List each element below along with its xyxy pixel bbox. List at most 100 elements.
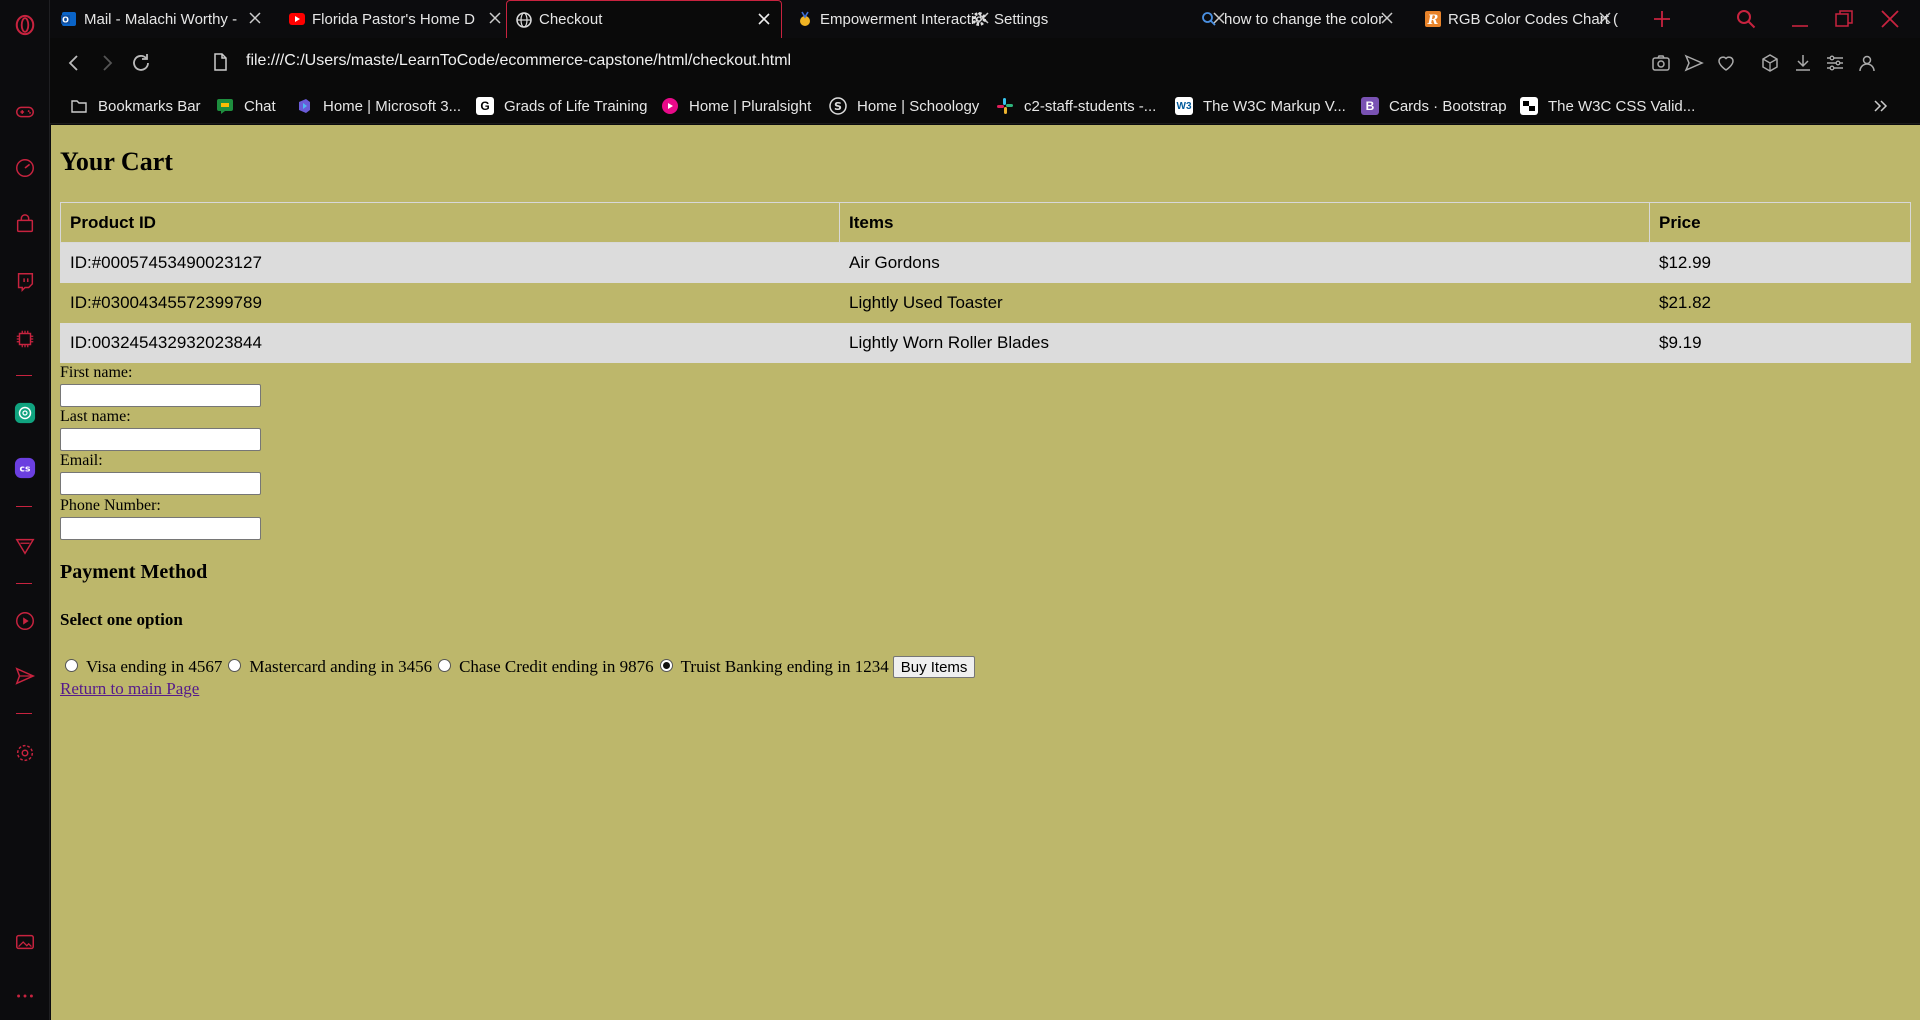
tab-title: how to change the color xyxy=(1224,10,1384,28)
close-tab-icon[interactable] xyxy=(486,9,504,27)
rapidtables-icon: R xyxy=(1424,10,1442,28)
bookmark-chat[interactable]: Chat xyxy=(216,94,276,118)
bookmark-schoology[interactable]: S Home | Schoology xyxy=(829,94,979,118)
bookmark-slack[interactable]: c2-staff-students -... xyxy=(996,94,1156,118)
payment-option-label: Visa ending in 4567 xyxy=(86,657,223,676)
url-field[interactable]: file:///C:/Users/maste/LearnToCode/ecomm… xyxy=(246,52,791,70)
payment-radio-truist[interactable] xyxy=(659,658,673,672)
table-header-row: Product ID Items Price xyxy=(60,202,1911,243)
payment-radio-visa[interactable] xyxy=(65,658,78,672)
shopping-bag-icon[interactable] xyxy=(13,212,37,236)
price-cell: $21.82 xyxy=(1649,282,1911,323)
bookmark-label: Grads of Life Training xyxy=(504,97,648,115)
more-icon[interactable] xyxy=(13,984,37,1008)
bookmark-w3c-css[interactable]: The W3C CSS Valid... xyxy=(1520,94,1695,118)
payment-radio-mastercard[interactable] xyxy=(228,658,242,672)
bookmark-label: Home | Pluralsight xyxy=(689,97,812,115)
bookmark-label: Home | Schoology xyxy=(857,97,980,115)
table-row: ID:003245432932023844 Lightly Worn Rolle… xyxy=(60,322,1911,363)
restore-icon[interactable] xyxy=(1831,6,1857,32)
column-header-items: Items xyxy=(839,202,1650,243)
forward-icon[interactable] xyxy=(95,51,119,75)
table-row: ID:#03004345572399789 Lightly Used Toast… xyxy=(60,282,1911,323)
easy-setup-icon[interactable] xyxy=(1824,52,1846,74)
microsoft365-icon xyxy=(295,97,313,115)
bookmark-w3c-markup[interactable]: W3 The W3C Markup V... xyxy=(1175,94,1346,118)
gallery-icon[interactable] xyxy=(13,930,37,954)
bookmark-label: Home | Microsoft 3... xyxy=(323,97,462,115)
vivaldi-style-icon[interactable] xyxy=(13,534,37,558)
bookmark-microsoft365[interactable]: Home | Microsoft 3... xyxy=(295,94,461,118)
close-tab-icon[interactable] xyxy=(246,9,264,27)
send-icon[interactable] xyxy=(13,664,37,688)
payment-option-label: Chase Credit ending in 9876 xyxy=(459,657,654,676)
tab-search[interactable]: how to change the color xyxy=(1192,0,1404,38)
bootstrap-icon: B xyxy=(1361,97,1379,115)
gamepad-icon[interactable] xyxy=(13,100,37,124)
cart-table: Product ID Items Price ID:#0005745349002… xyxy=(60,202,1911,363)
bookmark-bookmarks-bar[interactable]: Bookmarks Bar xyxy=(70,94,201,118)
tab-rgb-codes[interactable]: R RGB Color Codes Chart ( xyxy=(1416,0,1622,38)
email-label: Email: xyxy=(60,452,103,469)
heart-icon[interactable] xyxy=(1715,52,1737,74)
twitch-icon[interactable] xyxy=(13,270,37,294)
buy-items-button[interactable]: Buy Items xyxy=(892,656,976,678)
settings-gear-icon[interactable] xyxy=(13,741,37,765)
tab-title: Mail - Malachi Worthy - xyxy=(84,10,238,28)
first-name-input[interactable] xyxy=(60,384,261,407)
svg-text:R: R xyxy=(1427,13,1439,28)
cart-title: Your Cart xyxy=(60,147,173,176)
profile-icon[interactable] xyxy=(1856,52,1878,74)
payment-option-label: Mastercard anding in 3456 xyxy=(249,657,433,676)
svg-text:O: O xyxy=(62,15,69,24)
close-tab-icon[interactable] xyxy=(1378,9,1396,27)
outlook-icon: O xyxy=(60,10,78,28)
globe-icon xyxy=(515,11,533,29)
payment-radio-chase[interactable] xyxy=(438,658,452,672)
file-icon[interactable] xyxy=(210,52,230,72)
medal-icon xyxy=(796,10,814,28)
minimize-icon[interactable] xyxy=(1787,6,1813,32)
close-tab-icon[interactable] xyxy=(755,10,773,28)
back-icon[interactable] xyxy=(62,51,86,75)
opera-logo-icon[interactable] xyxy=(13,13,37,37)
bookmark-bootstrap[interactable]: B Cards · Bootstrap xyxy=(1361,94,1507,118)
sidebar-divider xyxy=(16,375,32,376)
send-page-icon[interactable] xyxy=(1683,52,1705,74)
return-main-link[interactable]: Return to main Page xyxy=(60,679,199,699)
phone-label: Phone Number: xyxy=(60,497,161,514)
close-window-icon[interactable] xyxy=(1877,6,1903,32)
sidebar-divider xyxy=(16,713,32,714)
bookmark-grads-of-life[interactable]: G Grads of Life Training xyxy=(476,94,647,118)
first-name-label: First name: xyxy=(60,364,133,381)
download-icon[interactable] xyxy=(1792,52,1814,74)
reload-icon[interactable] xyxy=(129,51,153,75)
chatgpt-icon[interactable] xyxy=(13,401,37,425)
table-row: ID:#00057453490023127 Air Gordons $12.99 xyxy=(60,242,1911,283)
tab-mail[interactable]: O Mail - Malachi Worthy - xyxy=(52,0,272,38)
chatsonic-icon[interactable]: cs xyxy=(13,456,37,480)
schoology-icon: S xyxy=(829,97,847,115)
gear-icon xyxy=(970,10,988,28)
folder-icon xyxy=(70,97,88,115)
close-tab-icon[interactable] xyxy=(1596,9,1614,27)
phone-input[interactable] xyxy=(60,517,261,540)
w3c-icon: W3 xyxy=(1175,97,1193,115)
more-bookmarks-icon[interactable] xyxy=(1872,97,1890,115)
last-name-input[interactable] xyxy=(60,428,261,451)
email-input[interactable] xyxy=(60,472,261,495)
new-tab-icon[interactable] xyxy=(1649,6,1675,32)
payment-subheading: Select one option xyxy=(60,610,183,629)
speedometer-icon[interactable] xyxy=(13,156,37,180)
tab-checkout[interactable]: Checkout xyxy=(506,0,782,38)
youtube-icon xyxy=(288,10,306,28)
extensions-cube-icon[interactable] xyxy=(1759,52,1781,74)
payment-method-heading: Payment Method xyxy=(60,561,208,583)
cpu-icon[interactable] xyxy=(13,327,37,351)
tab-youtube[interactable]: Florida Pastor's Home D xyxy=(280,0,512,38)
checkout-page: Your Cart Product ID Items Price ID:#000… xyxy=(51,125,1920,1020)
search-tabs-icon[interactable] xyxy=(1733,6,1759,32)
bookmark-pluralsight[interactable]: Home | Pluralsight xyxy=(661,94,811,118)
snapshot-icon[interactable] xyxy=(1650,52,1672,74)
player-icon[interactable] xyxy=(13,609,37,633)
